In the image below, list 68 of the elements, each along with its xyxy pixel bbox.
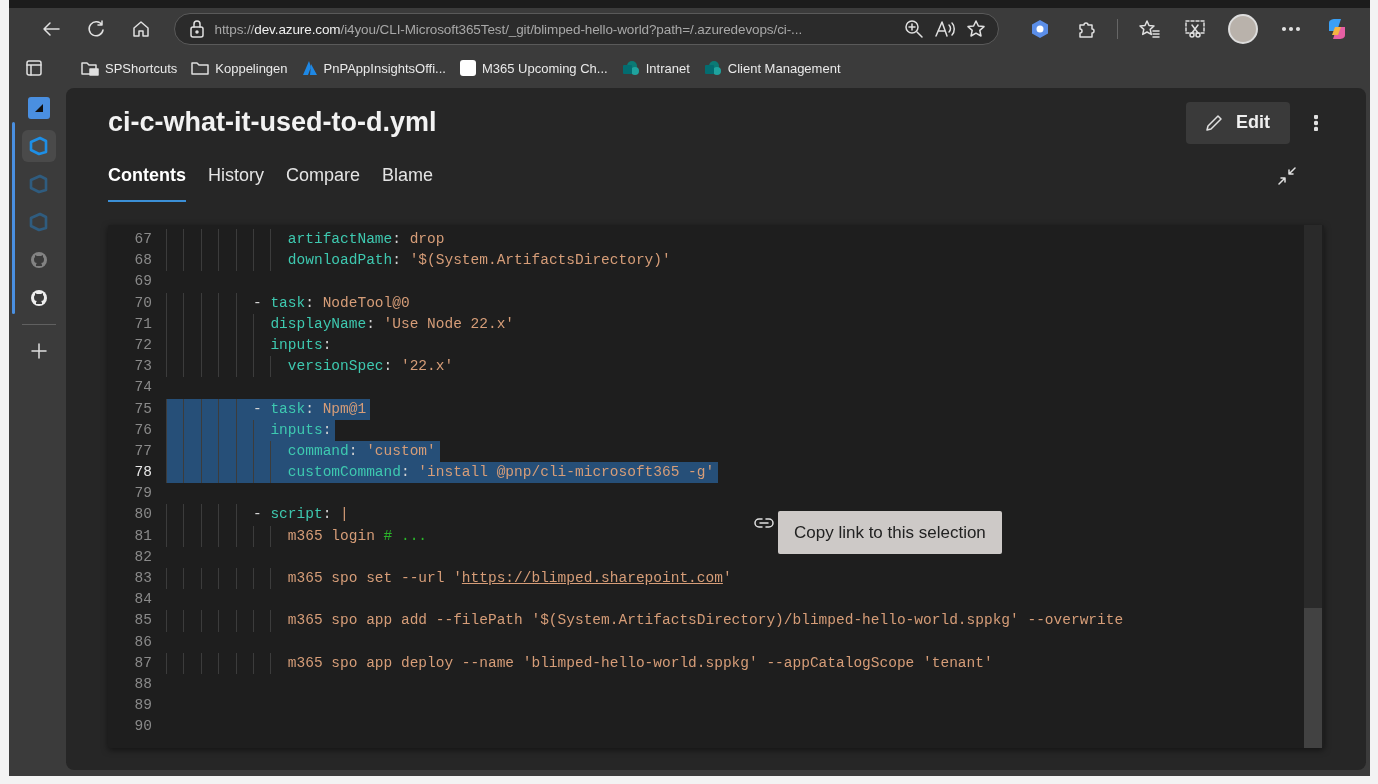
line-number: 68 xyxy=(133,251,153,271)
tab[interactable]: History xyxy=(208,157,264,202)
bookmark[interactable]: Intranet xyxy=(621,58,690,78)
locked-folder-icon xyxy=(81,60,99,76)
line-number: 86 xyxy=(133,632,153,652)
line-number: 70 xyxy=(133,293,153,313)
sharepoint-logo-icon xyxy=(621,60,640,76)
screenshot-icon[interactable] xyxy=(1184,19,1206,39)
bookmark[interactable]: SPShortcuts xyxy=(81,58,178,78)
line-number: 71 xyxy=(133,314,153,334)
link-icon[interactable] xyxy=(754,517,774,529)
scrollbar-thumb[interactable] xyxy=(1304,608,1322,748)
zoom-in-icon[interactable] xyxy=(904,19,924,39)
profile-avatar[interactable] xyxy=(1228,14,1258,44)
folder-icon xyxy=(191,60,210,76)
bookmark[interactable]: Koppelingen xyxy=(191,58,288,78)
bookmark[interactable]: Client Management xyxy=(703,58,841,78)
url-link[interactable]: https://blimped.sharepoint.com xyxy=(461,570,723,586)
tab[interactable]: Blame xyxy=(382,157,434,202)
line-number: 87 xyxy=(133,653,153,673)
github-icon[interactable] xyxy=(29,288,49,308)
puzzle-icon[interactable] xyxy=(1076,19,1096,39)
star-icon[interactable] xyxy=(966,19,986,39)
bookmark[interactable]: M365 Upcoming Ch... xyxy=(459,58,608,78)
sharepoint-logo-icon xyxy=(703,60,722,76)
tooltip: Copy link to this selection xyxy=(778,511,1002,554)
back-arrow-icon[interactable] xyxy=(41,19,62,39)
line-number: 85 xyxy=(133,611,153,631)
line-number: 76 xyxy=(133,420,153,440)
split-screen-icon[interactable] xyxy=(25,59,43,77)
favorites-icon[interactable] xyxy=(1138,19,1160,39)
line-number: 90 xyxy=(133,717,153,737)
edit-button[interactable]: Edit xyxy=(1186,101,1290,144)
azure-logo-icon xyxy=(301,60,318,76)
refresh-icon[interactable] xyxy=(86,19,107,39)
plus-icon[interactable] xyxy=(30,342,48,360)
line-number: 74 xyxy=(133,378,153,398)
line-number: 84 xyxy=(133,590,153,610)
scrollbar[interactable] xyxy=(1304,225,1322,748)
read-aloud-icon[interactable] xyxy=(934,19,956,39)
line-number: 75 xyxy=(133,399,153,419)
line-number: 79 xyxy=(133,484,153,504)
address-bar[interactable]: https://dev.azure.com/i4you/CLI-Microsoft365Test/_git/blimped-hello-world?path=/.azuredevops/ci-... xyxy=(173,13,999,45)
line-number: 78 xyxy=(133,463,153,483)
url-text: https://dev.azure.com/i4you/CLI-Microsoft365Test/_git/blimped-hello-world?path=/.azuredevops/ci-... xyxy=(214,21,804,37)
line-number: 83 xyxy=(133,569,153,588)
line-number: 80 xyxy=(133,505,153,525)
vertical-dots-icon xyxy=(1314,114,1318,131)
bookmark[interactable]: PnPAppInsightsOffi... xyxy=(301,58,446,78)
line-number: 73 xyxy=(133,357,153,377)
file-title: ci-c-what-it-used-to-d.yml xyxy=(108,107,438,138)
lock-icon xyxy=(188,20,205,38)
line-number: 88 xyxy=(133,674,153,694)
tab[interactable]: Contents xyxy=(108,157,186,202)
line-number: 82 xyxy=(133,547,153,567)
pencil-icon xyxy=(1204,112,1224,133)
collapse-icon xyxy=(1278,167,1296,185)
line-number: 69 xyxy=(133,272,153,292)
line-number: 67 xyxy=(133,230,153,249)
collapse-button[interactable] xyxy=(1278,167,1296,185)
more-icon[interactable] xyxy=(1281,26,1301,32)
line-number: 89 xyxy=(133,696,153,716)
home-icon[interactable] xyxy=(131,19,152,39)
line-number: 81 xyxy=(133,526,153,546)
line-number: 72 xyxy=(133,335,153,355)
line-number: 77 xyxy=(133,441,153,461)
tab[interactable]: Compare xyxy=(286,157,361,202)
hexagon-icon[interactable] xyxy=(1030,19,1050,39)
